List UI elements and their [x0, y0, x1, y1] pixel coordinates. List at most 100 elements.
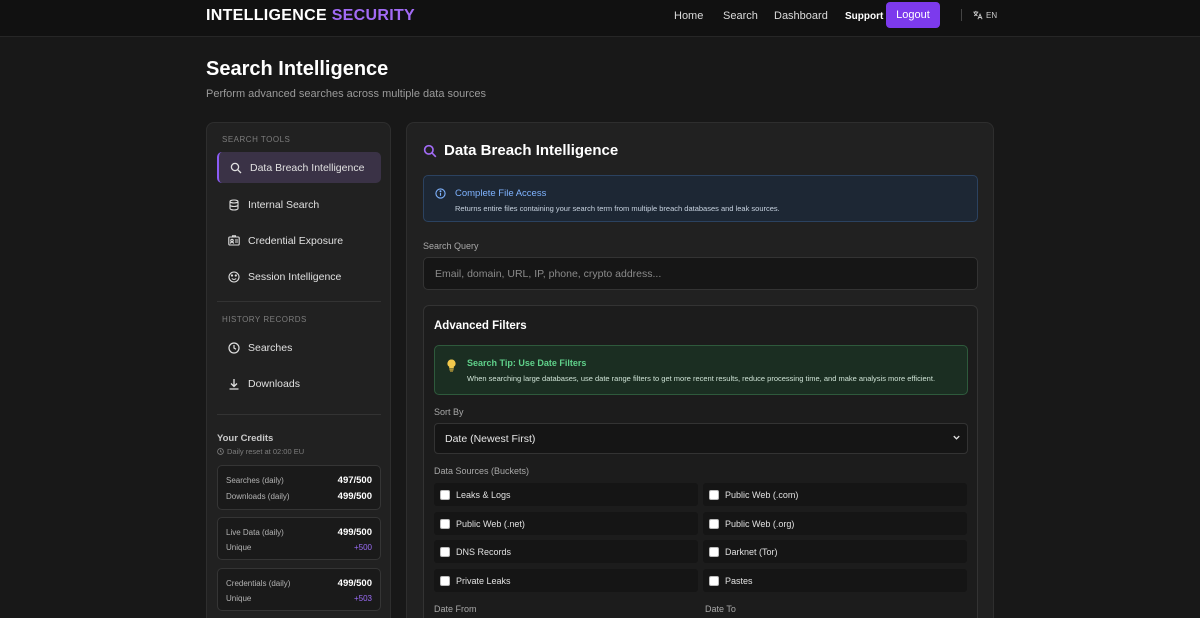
credit-label: Live Data (daily) — [226, 528, 284, 537]
credit-label: Unique — [226, 594, 252, 603]
credit-card-live-data: Live Data (daily) 499/500 Unique +500 — [217, 517, 381, 560]
lightbulb-icon — [447, 359, 456, 372]
sidebar-item-label: Session Intelligence — [248, 270, 342, 283]
checkbox-label: DNS Records — [456, 546, 512, 557]
sort-by-value: Date (Newest First) — [445, 432, 536, 445]
sidebar: SEARCH TOOLS Data Breach Intelligence In… — [206, 122, 391, 618]
sidebar-heading-tools: SEARCH TOOLS — [222, 135, 291, 144]
source-checkbox-darknet-tor[interactable]: Darknet (Tor) — [703, 540, 967, 563]
checkbox[interactable] — [709, 546, 719, 557]
page-title: Search Intelligence — [206, 58, 389, 80]
credit-row: Credentials (daily) 499/500 — [226, 578, 372, 589]
database-icon — [229, 198, 239, 211]
checkbox[interactable] — [709, 518, 719, 529]
sidebar-item-label: Credential Exposure — [248, 234, 344, 247]
brand-accent-text: SECURITY — [331, 7, 415, 24]
checkbox[interactable] — [440, 546, 450, 557]
credit-card-searches: Searches (daily) 497/500 Downloads (dail… — [217, 465, 381, 510]
search-query-label: Search Query — [423, 241, 479, 251]
main-panel: Data Breach Intelligence Complete File A… — [406, 122, 994, 618]
nav-divider — [961, 9, 962, 21]
credit-label: Searches (daily) — [226, 476, 284, 485]
checkbox-label: Public Web (.com) — [725, 489, 799, 500]
page-subtitle: Perform advanced searches across multipl… — [206, 88, 487, 100]
credit-unique-value: +500 — [353, 543, 372, 552]
credit-row: Downloads (daily) 499/500 — [226, 491, 372, 502]
date-from-label: Date From — [434, 604, 477, 614]
translate-icon — [973, 10, 983, 20]
credit-label: Credentials (daily) — [226, 579, 291, 588]
cookie-icon — [228, 270, 240, 283]
sidebar-item-label: Data Breach Intelligence — [250, 161, 365, 174]
info-text: Returns entire files containing your sea… — [455, 204, 780, 213]
language-selector[interactable]: EN — [972, 10, 997, 20]
source-checkbox-dns-records[interactable]: DNS Records — [434, 540, 698, 563]
source-checkbox-public-web-org[interactable]: Public Web (.org) — [703, 512, 967, 535]
brand-logo[interactable]: INTELLIGENCE SECURITY — [206, 7, 415, 25]
sidebar-heading-history: HISTORY RECORDS — [222, 315, 307, 324]
credit-row: Searches (daily) 497/500 — [226, 475, 372, 486]
source-checkbox-pastes[interactable]: Pastes — [703, 569, 967, 592]
clock-icon — [228, 341, 240, 354]
checkbox-label: Public Web (.org) — [725, 518, 795, 529]
credit-card-credentials: Credentials (daily) 499/500 Unique +503 — [217, 568, 381, 611]
sort-by-select[interactable]: Date (Newest First) — [434, 423, 968, 454]
filters-title: Advanced Filters — [434, 320, 527, 332]
source-checkbox-leaks-logs[interactable]: Leaks & Logs — [434, 483, 698, 506]
id-card-icon — [228, 235, 240, 246]
brand-main-text: INTELLIGENCE — [206, 7, 327, 24]
info-banner: Complete File Access Returns entire file… — [423, 175, 978, 222]
sidebar-item-session-intelligence[interactable]: Session Intelligence — [217, 261, 381, 292]
credits-reset-note: Daily reset at 02:00 EU — [217, 447, 304, 456]
checkbox[interactable] — [440, 489, 450, 500]
data-sources-label: Data Sources (Buckets) — [434, 466, 530, 476]
info-icon — [435, 188, 446, 199]
sidebar-item-searches[interactable]: Searches — [217, 332, 381, 363]
checkbox[interactable] — [440, 575, 450, 586]
nav-link-search[interactable]: Search — [723, 10, 758, 22]
sidebar-divider — [217, 414, 381, 415]
search-input[interactable] — [423, 257, 978, 290]
sidebar-item-label: Downloads — [248, 377, 300, 390]
credit-row: Unique +500 — [226, 543, 372, 552]
sidebar-item-label: Internal Search — [248, 198, 320, 211]
language-label: EN — [986, 10, 998, 20]
sort-by-label: Sort By — [434, 407, 464, 417]
checkbox-label: Private Leaks — [456, 575, 511, 586]
search-icon — [230, 162, 242, 173]
checkbox-label: Leaks & Logs — [456, 489, 511, 500]
credit-label: Downloads (daily) — [226, 492, 290, 501]
source-checkbox-public-web-com[interactable]: Public Web (.com) — [703, 483, 967, 506]
nav-link-support[interactable]: Support — [845, 11, 883, 22]
credit-label: Unique — [226, 543, 252, 552]
sidebar-item-internal-search[interactable]: Internal Search — [217, 189, 381, 220]
sidebar-item-credential-exposure[interactable]: Credential Exposure — [217, 225, 381, 256]
checkbox[interactable] — [440, 518, 450, 529]
sidebar-item-data-breach[interactable]: Data Breach Intelligence — [217, 152, 381, 183]
credit-unique-value: +503 — [353, 594, 372, 603]
credit-row: Live Data (daily) 499/500 — [226, 527, 372, 538]
chevron-down-icon — [953, 435, 960, 440]
panel-title: Data Breach Intelligence — [423, 142, 618, 159]
clock-icon — [217, 448, 224, 455]
credit-value: 499/500 — [337, 578, 372, 589]
nav-link-dashboard[interactable]: Dashboard — [774, 10, 828, 22]
tip-title: Search Tip: Use Date Filters — [467, 358, 587, 368]
credit-value: 497/500 — [337, 475, 372, 486]
credit-value: 499/500 — [337, 527, 372, 538]
checkbox[interactable] — [709, 489, 719, 500]
credits-title: Your Credits — [217, 433, 274, 444]
logout-button[interactable]: Logout — [886, 2, 940, 28]
checkbox-label: Darknet (Tor) — [725, 546, 778, 557]
source-checkbox-private-leaks[interactable]: Private Leaks — [434, 569, 698, 592]
source-checkbox-public-web-net[interactable]: Public Web (.net) — [434, 512, 698, 535]
credit-row: Unique +503 — [226, 594, 372, 603]
credits-reset-text: Daily reset at 02:00 EU — [227, 447, 305, 456]
sidebar-item-downloads[interactable]: Downloads — [217, 368, 381, 399]
download-icon — [229, 378, 239, 390]
nav-link-home[interactable]: Home — [674, 10, 703, 22]
sidebar-item-label: Searches — [248, 341, 293, 354]
tip-text: When searching large databases, use date… — [467, 374, 936, 383]
checkbox[interactable] — [709, 575, 719, 586]
sidebar-divider — [217, 301, 381, 302]
